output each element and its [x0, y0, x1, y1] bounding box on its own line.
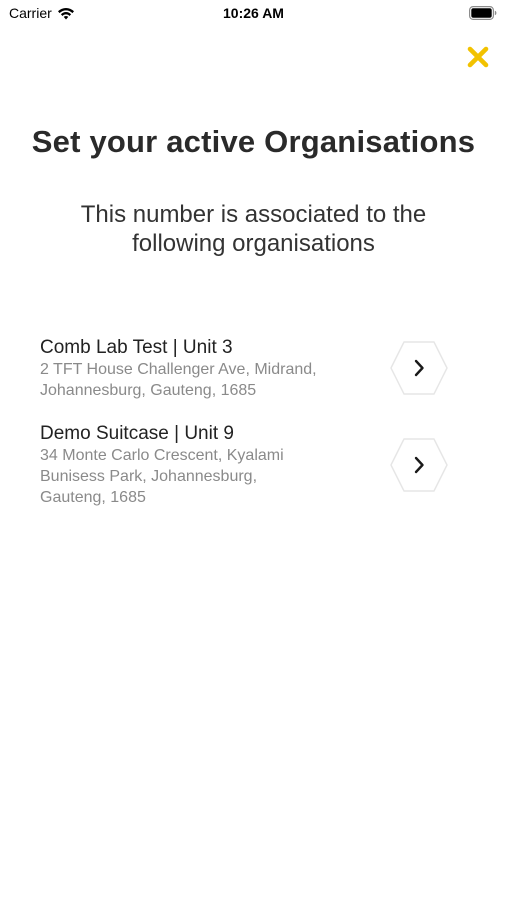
organisation-select-button[interactable]: [389, 437, 449, 493]
page-subtitle: This number is associated to the followi…: [40, 200, 467, 258]
organisation-list: Comb Lab Test | Unit 3 2 TFT House Chall…: [40, 336, 460, 508]
status-time: 10:26 AM: [223, 5, 284, 21]
subtitle-line-1: This number is associated to the: [80, 201, 427, 228]
address-line: 2 TFT House Challenger Ave, Midrand,: [40, 361, 317, 378]
organisation-address: 2 TFT House Challenger Ave, Midrand, Joh…: [40, 359, 380, 401]
address-line: Bunisess Park, Johannesburg,: [40, 468, 258, 485]
organisation-details: Comb Lab Test | Unit 3 2 TFT House Chall…: [40, 336, 380, 401]
organisation-name: Demo Suitcase | Unit 9: [40, 423, 234, 444]
organisation-item[interactable]: Comb Lab Test | Unit 3 2 TFT House Chall…: [40, 336, 460, 401]
chevron-right-icon: [390, 438, 448, 492]
status-bar: Carrier 10:26 AM: [0, 0, 507, 28]
battery-icon: [469, 6, 497, 20]
address-line: Gauteng, 1685: [40, 489, 146, 506]
chevron-right-icon: [390, 341, 448, 395]
organisation-address: 34 Monte Carlo Crescent, Kyalami Bunises…: [40, 445, 380, 508]
organisation-select-button[interactable]: [389, 340, 449, 396]
subtitle-line-2: following organisations: [132, 230, 375, 257]
address-line: Johannesburg, Gauteng, 1685: [40, 382, 257, 399]
organisation-details: Demo Suitcase | Unit 9 34 Monte Carlo Cr…: [40, 422, 380, 508]
organisation-item[interactable]: Demo Suitcase | Unit 9 34 Monte Carlo Cr…: [40, 422, 460, 508]
address-line: 34 Monte Carlo Crescent, Kyalami: [40, 447, 284, 464]
close-icon: [467, 46, 489, 68]
organisation-name: Comb Lab Test | Unit 3: [40, 337, 233, 358]
close-button[interactable]: [463, 42, 493, 72]
page-title: Set your active Organisations: [31, 124, 476, 159]
